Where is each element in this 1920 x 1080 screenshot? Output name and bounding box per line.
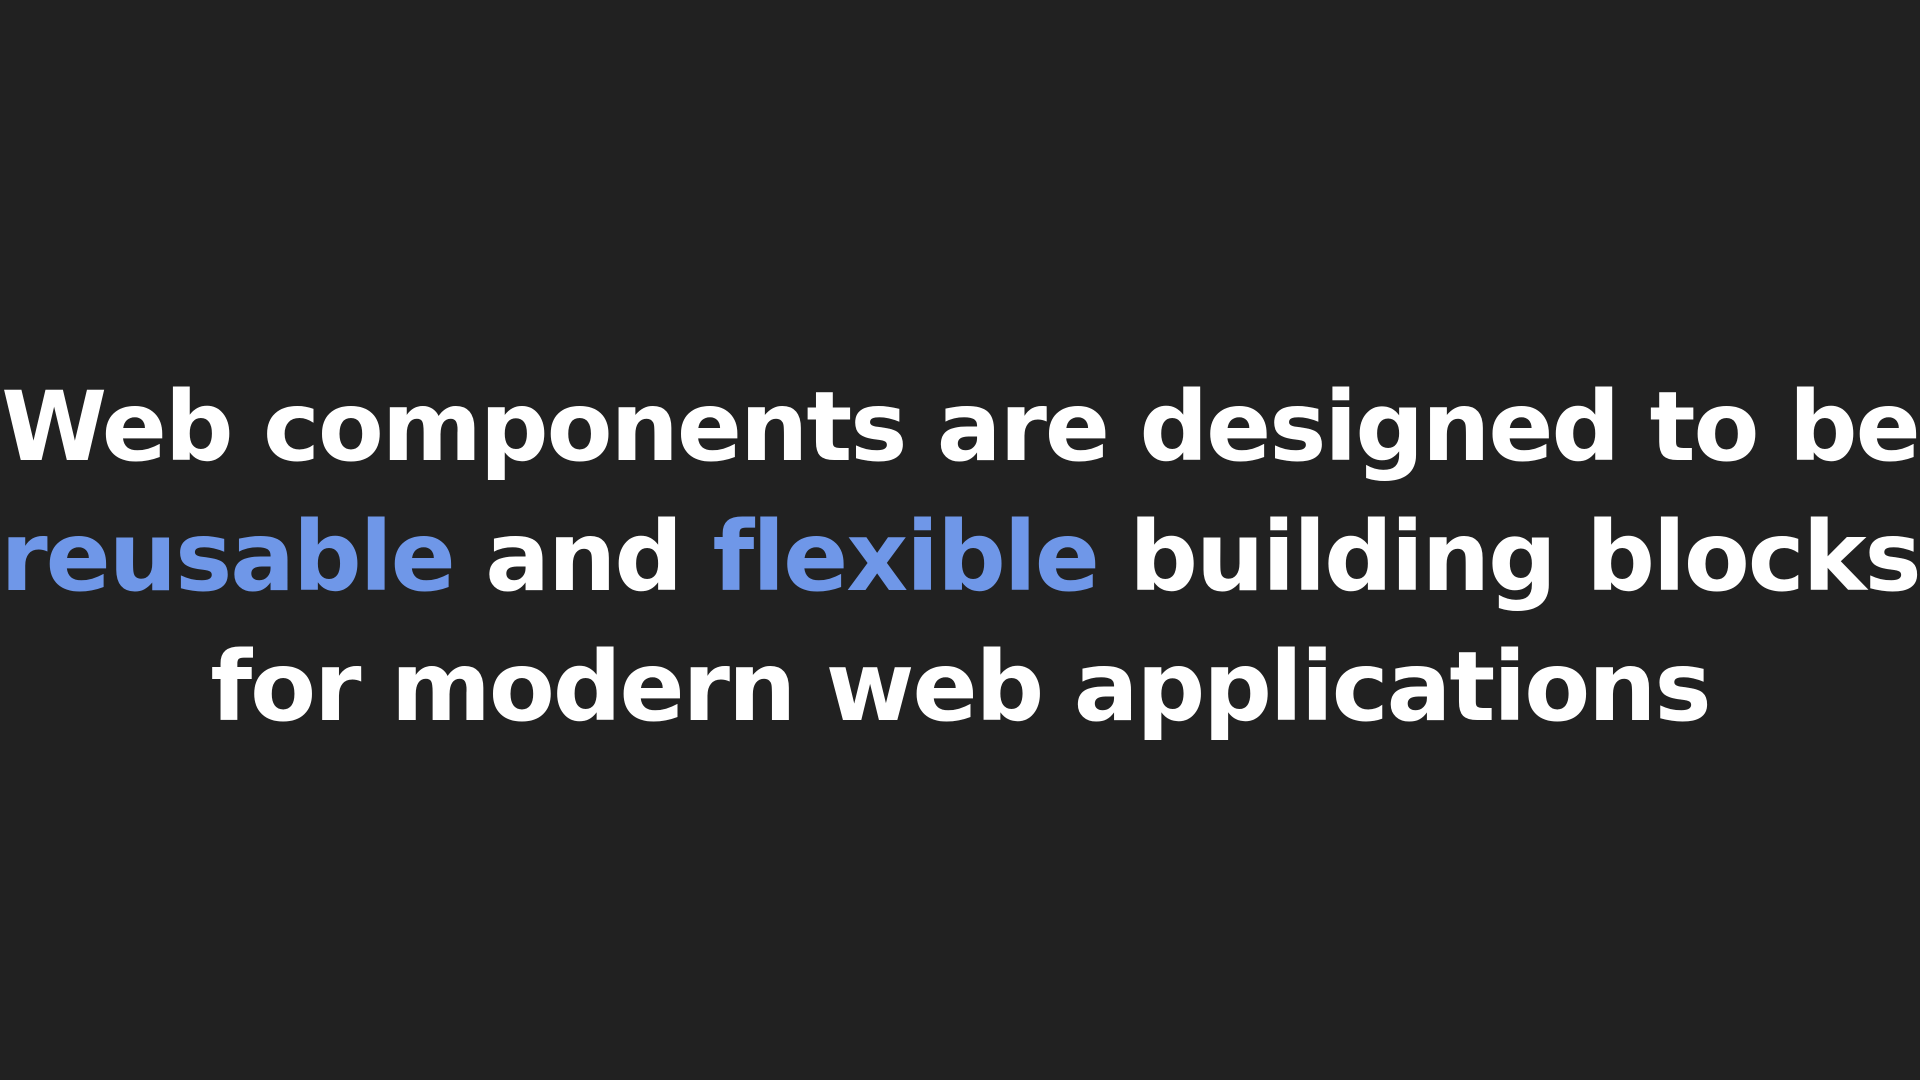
- highlight-reusable: reusable: [0, 501, 455, 613]
- slide-statement: Web components are designed to be reusab…: [0, 362, 1920, 752]
- statement-line-2: reusable and flexible building blocks: [0, 492, 1920, 622]
- statement-line-2-end: building blocks: [1097, 501, 1920, 613]
- statement-line-3: for modern web applications: [210, 631, 1711, 743]
- statement-connector: and: [453, 501, 713, 613]
- slide: Web components are designed to be reusab…: [0, 0, 1920, 1080]
- highlight-flexible: flexible: [712, 501, 1099, 613]
- statement-line-1: Web components are designed to be: [1, 371, 1920, 483]
